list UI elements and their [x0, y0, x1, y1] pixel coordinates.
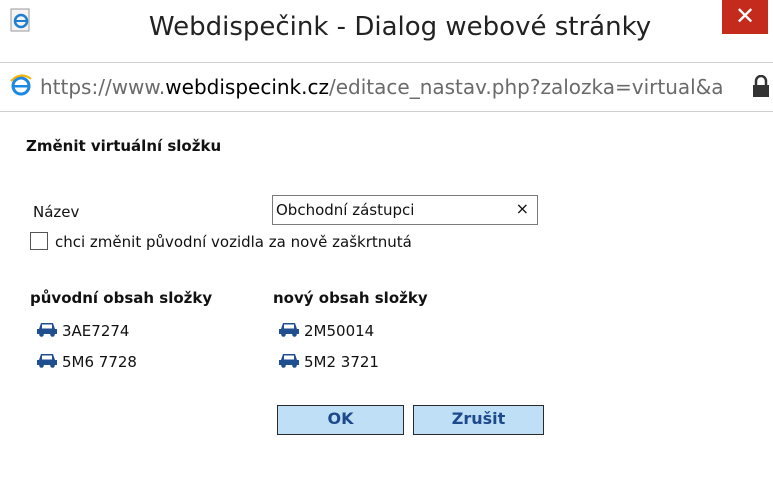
car-icon: [279, 323, 299, 337]
url-path: /editace_nastav.php?zalozka=virtual&a: [329, 75, 724, 99]
car-icon: [37, 323, 57, 337]
dialog-content: Změnit virtuální složku Název × chci změ…: [0, 111, 773, 488]
url-scheme: https://www.: [40, 75, 166, 99]
title-bar: Webdispečink - Dialog webové stránky ✕: [0, 0, 773, 60]
url-text[interactable]: https://www.webdispecink.cz/editace_nast…: [40, 75, 740, 99]
clear-icon[interactable]: ×: [516, 199, 529, 218]
lock-icon: [753, 75, 769, 97]
original-content-heading: původní obsah složky: [30, 289, 213, 307]
replace-vehicles-checkbox[interactable]: [30, 232, 48, 250]
vehicle-plate: 3AE7274: [62, 322, 130, 340]
vehicle-plate: 2M50014: [304, 322, 375, 340]
name-field[interactable]: ×: [272, 195, 538, 225]
new-content-heading: nový obsah složky: [273, 289, 428, 307]
replace-vehicles-label: chci změnit původní vozidla za nově zašk…: [55, 233, 412, 251]
vehicle-plate: 5M6 7728: [62, 353, 137, 371]
address-bar: https://www.webdispecink.cz/editace_nast…: [0, 62, 773, 112]
url-domain: webdispecink.cz: [165, 75, 329, 99]
ok-button[interactable]: OK: [277, 405, 404, 435]
car-icon: [279, 354, 299, 368]
form-heading: Změnit virtuální složku: [26, 137, 222, 155]
vehicle-plate: 5M2 3721: [304, 353, 379, 371]
window-title: Webdispečink - Dialog webové stránky: [148, 12, 652, 42]
cancel-button[interactable]: Zrušit: [413, 405, 544, 435]
name-input[interactable]: [276, 199, 506, 221]
close-button[interactable]: ✕: [722, 0, 768, 34]
ie-icon: [10, 8, 30, 32]
car-icon: [37, 354, 57, 368]
ie-icon: [10, 74, 32, 96]
name-label: Název: [33, 203, 80, 221]
